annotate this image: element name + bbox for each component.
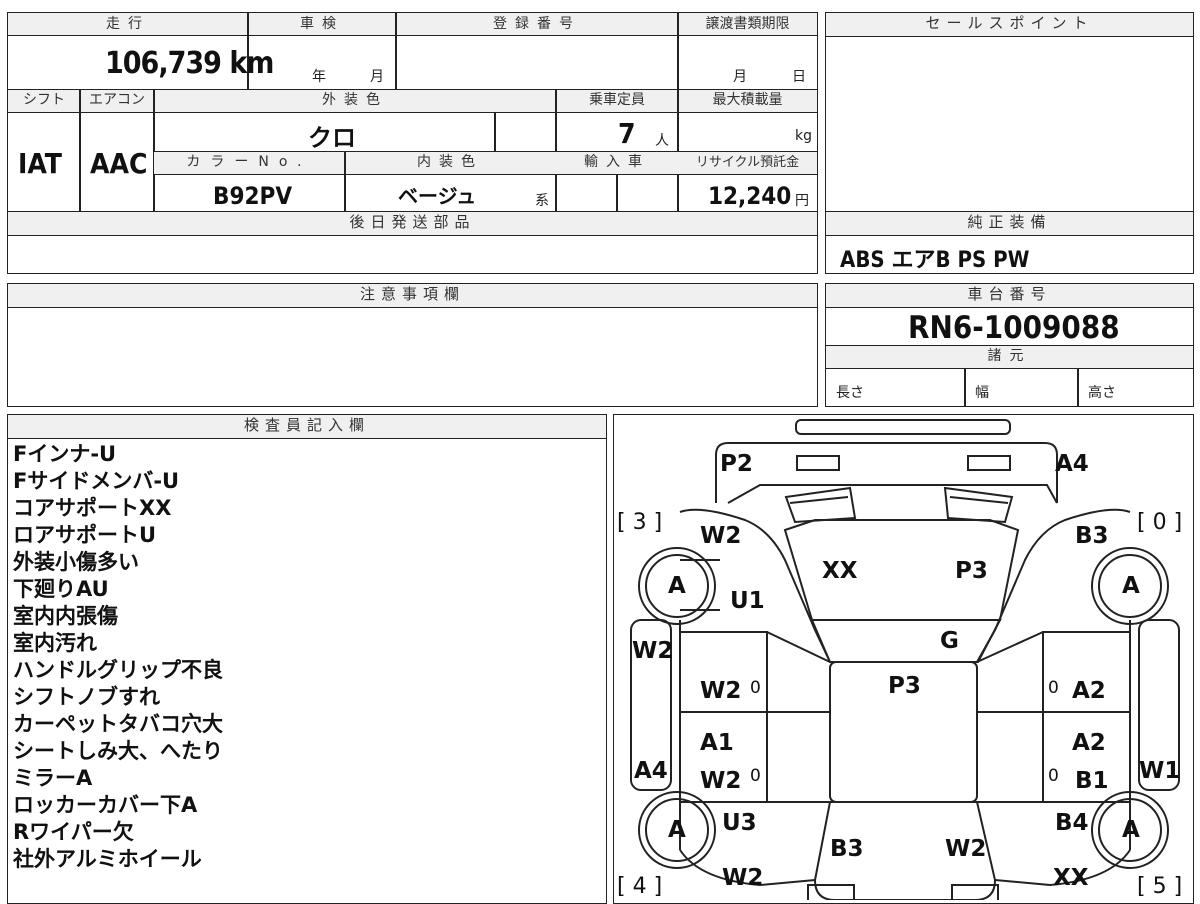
damage-label: P3 [955, 558, 988, 584]
remark-line: ロッカーカバー下A [13, 793, 198, 817]
damage-label: W2 [632, 638, 674, 664]
remark-line: ハンドルグリップ不良 [13, 658, 223, 682]
damage-label: A1 [700, 730, 734, 756]
inspector-remarks-list: Fインナ-U Fサイドメンバ-U コアサポートXX ロアサポートU 外装小傷多い… [13, 441, 593, 873]
interior-color-header: 内装色 [417, 154, 483, 170]
mileage-header: 走行 [106, 16, 150, 32]
damage-label: 0 [750, 678, 761, 698]
wheel-label: A [1122, 573, 1140, 599]
inspector-header: 検査員記入欄 [8, 415, 606, 439]
specs-header: 諸元 [987, 348, 1032, 364]
later-parts-header: 後日発送部品 [8, 212, 817, 236]
remark-line: シートしみ大、へたり [13, 739, 223, 763]
genuine-equipment-header: 純正装備 [826, 212, 1193, 236]
capacity-unit: 人 [655, 133, 669, 149]
damage-label: W1 [1139, 758, 1181, 784]
remark-line: Fサイドメンバ-U [13, 469, 180, 493]
spec-length: 長さ [836, 385, 864, 401]
recycle-unit: 円 [795, 193, 809, 209]
remark-line: 室内内張傷 [13, 604, 118, 628]
color-no-header: カラーNo. [186, 154, 312, 170]
damage-label: [ 4 ] [617, 874, 663, 899]
damage-label: W2 [722, 865, 764, 891]
remark-line: ミラーA [13, 766, 93, 790]
chassis-value: RN6-1009088 [908, 310, 1120, 346]
remark-line: 室内汚れ [13, 631, 97, 655]
damage-label: 0 [750, 766, 761, 786]
sales-point-header: セールスポイント [826, 13, 1193, 37]
interior-color-value: ベージュ [398, 184, 477, 208]
shaken-header: 車検 [300, 16, 344, 32]
shift-value: IAT [18, 147, 62, 180]
damage-label: 0 [1048, 766, 1059, 786]
damage-label: P3 [888, 673, 921, 699]
max-load-header: 最大積載量 [712, 92, 783, 108]
transfer-month: 月 [733, 69, 747, 85]
remark-line: Fインナ-U [13, 442, 117, 466]
remark-line: カーペットタバコ穴大 [13, 712, 223, 736]
remark-line: 社外アルミホイール [13, 847, 202, 871]
aircon-header: エアコン [89, 92, 145, 108]
exterior-color-header: 外装色 [322, 92, 388, 108]
capacity-value: 7 [618, 117, 636, 150]
damage-label: 0 [1048, 678, 1059, 698]
recycle-header: リサイクル預託金 [695, 155, 800, 170]
spec-width: 幅 [975, 385, 989, 401]
remark-line: Rワイパー欠 [13, 820, 134, 844]
import-header: 輸入車 [584, 154, 650, 170]
remark-line: シフトノブすれ [13, 685, 160, 709]
remark-line: ロアサポートU [13, 523, 157, 547]
capacity-header: 乗車定員 [589, 92, 645, 108]
damage-label: U1 [730, 588, 765, 614]
chassis-header: 車台番号 [826, 284, 1193, 308]
registration-header: 登録番号 [493, 16, 581, 32]
damage-label: W2 [700, 768, 742, 794]
wheel-label: A [1122, 817, 1140, 843]
shaken-year: 年 [312, 69, 326, 85]
car-outline-diagram [630, 419, 1180, 900]
damage-label: B1 [1075, 768, 1109, 794]
recycle-value: 12,240 [708, 182, 792, 210]
aircon-value: AAC [90, 147, 148, 180]
damage-label: [ 3 ] [617, 510, 663, 535]
damage-label: G [940, 628, 959, 654]
shaken-month: 月 [370, 69, 384, 85]
damage-label: P2 [720, 451, 753, 477]
mileage-value: 106,739 km [105, 46, 274, 81]
remark-line: 外装小傷多い [13, 550, 139, 574]
wheel-label: A [668, 573, 686, 599]
genuine-equipment-value: ABS エアB PS PW [840, 248, 1030, 273]
damage-label: A4 [1055, 451, 1089, 477]
interior-color-suffix: 系 [535, 193, 549, 209]
spec-height: 高さ [1088, 385, 1116, 401]
transfer-deadline-header: 譲渡書類期限 [705, 16, 790, 32]
transfer-day: 日 [792, 69, 806, 85]
damage-label: B4 [1055, 810, 1089, 836]
damage-label: W2 [945, 836, 987, 862]
damage-label: [ 0 ] [1137, 510, 1183, 535]
damage-label: A4 [634, 758, 668, 784]
max-load-unit: kg [795, 128, 812, 144]
remark-line: コアサポートXX [13, 496, 172, 520]
damage-label: A2 [1072, 730, 1106, 756]
damage-label: XX [1053, 865, 1089, 891]
damage-label: U3 [722, 810, 757, 836]
damage-label: B3 [1075, 523, 1109, 549]
notes-header: 注意事項欄 [8, 284, 817, 308]
damage-label: XX [822, 558, 858, 584]
damage-label: A2 [1072, 678, 1106, 704]
damage-label: W2 [700, 523, 742, 549]
damage-label: B3 [830, 836, 864, 862]
shift-header: シフト [23, 92, 65, 108]
damage-label: [ 5 ] [1137, 874, 1183, 899]
color-no-value: B92PV [213, 182, 293, 210]
wheel-label: A [668, 817, 686, 843]
damage-label: W2 [700, 678, 742, 704]
remark-line: 下廻りAU [13, 577, 109, 601]
sales-point-box [825, 12, 1194, 212]
exterior-color-value: クロ [308, 124, 356, 152]
